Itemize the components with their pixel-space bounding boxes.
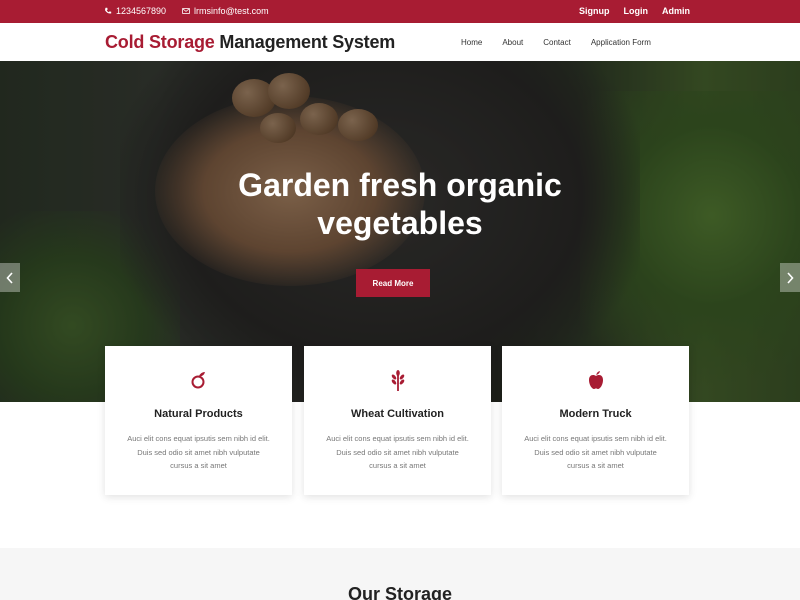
- card-description-line: Duis sed odio sit amet nibh vulputate: [137, 447, 260, 457]
- feature-card: Wheat Cultivation Auci elit cons equat i…: [304, 346, 491, 495]
- envelope-icon: [182, 8, 190, 14]
- chevron-left-icon: [6, 271, 13, 284]
- card-description-line: Auci elit cons equat ipsutis sem nibh id…: [524, 434, 667, 443]
- site-logo[interactable]: Cold Storage Management System: [105, 32, 395, 53]
- nav-about[interactable]: About: [502, 38, 523, 47]
- chevron-right-icon: [787, 271, 794, 284]
- signup-link[interactable]: Signup: [579, 6, 610, 16]
- phone-number: 1234567890: [116, 6, 167, 16]
- card-description-line: Auci elit cons equat ipsutis sem nibh id…: [127, 434, 270, 443]
- read-more-button[interactable]: Read More: [356, 269, 430, 297]
- fruit-icon: [191, 372, 205, 389]
- card-description-line: cursus a sit amet: [567, 461, 624, 470]
- card-description: Auci elit cons equat ipsutis sem nibh id…: [117, 432, 280, 473]
- feature-card: Modern Truck Auci elit cons equat ipsuti…: [502, 346, 689, 495]
- section-heading: Our Storage: [347, 584, 453, 600]
- card-description-line: Duis sed odio sit amet nibh vulputate: [336, 447, 459, 457]
- top-bar: 1234567890 lrmsinfo@test.com Signup Logi…: [0, 0, 800, 23]
- card-description: Auci elit cons equat ipsutis sem nibh id…: [514, 432, 677, 473]
- storage-section: Our Storage: [0, 548, 800, 600]
- card-title: Wheat Cultivation: [351, 408, 444, 420]
- brand-accent: Cold Storage: [105, 32, 215, 52]
- card-description-line: cursus a sit amet: [369, 461, 426, 470]
- email-address: lrmsinfo@test.com: [194, 6, 269, 16]
- carousel-prev-button[interactable]: [0, 263, 20, 292]
- wheat-icon: [391, 370, 404, 391]
- main-nav: Home About Contact Application Form: [461, 38, 651, 47]
- card-title: Natural Products: [154, 408, 243, 420]
- card-description-line: cursus a sit amet: [170, 461, 227, 470]
- carousel-next-button[interactable]: [780, 263, 800, 292]
- nav-application-form[interactable]: Application Form: [591, 38, 651, 47]
- login-link[interactable]: Login: [624, 6, 649, 16]
- hero-title: Garden fresh organic vegetables: [0, 166, 800, 242]
- nav-home[interactable]: Home: [461, 38, 482, 47]
- card-description-line: Duis sed odio sit amet nibh vulputate: [534, 447, 657, 457]
- phone-icon: [105, 7, 112, 14]
- hero-title-line: vegetables: [317, 205, 483, 241]
- feature-card: Natural Products Auci elit cons equat ip…: [105, 346, 292, 495]
- card-description: Auci elit cons equat ipsutis sem nibh id…: [316, 432, 479, 473]
- account-links: Signup Login Admin: [579, 6, 690, 16]
- apple-icon: [588, 371, 603, 389]
- card-title: Modern Truck: [559, 408, 632, 420]
- hero-title-line: Garden fresh organic: [238, 167, 562, 203]
- email-contact[interactable]: lrmsinfo@test.com: [182, 6, 269, 16]
- phone-contact[interactable]: 1234567890: [104, 6, 166, 16]
- nav-contact[interactable]: Contact: [543, 38, 571, 47]
- card-description-line: Auci elit cons equat ipsutis sem nibh id…: [326, 434, 469, 443]
- main-header: Cold Storage Management System Home Abou…: [0, 23, 800, 61]
- brand-rest: Management System: [214, 32, 396, 52]
- admin-link[interactable]: Admin: [662, 6, 690, 16]
